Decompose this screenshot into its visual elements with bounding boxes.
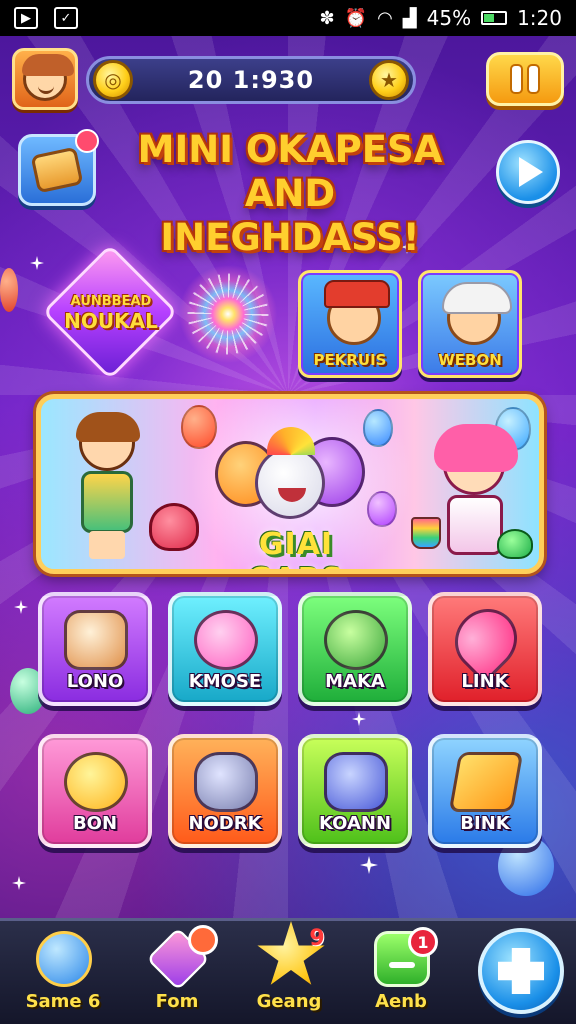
balloon-icon (363, 409, 393, 447)
star-coin-icon[interactable]: ★ (369, 60, 409, 100)
nav-item-label: Geang (256, 991, 322, 1012)
game-tile-label: LONO (66, 671, 124, 692)
game-tile-art-icon (64, 752, 128, 812)
character-card[interactable]: PEKRUIS (298, 270, 402, 378)
sparkle-icon (360, 856, 378, 874)
game-tile-art-icon (324, 610, 388, 670)
red-creature-icon (149, 503, 199, 551)
nav-item[interactable]: 1 Aenb (346, 925, 456, 1021)
pause-button[interactable] (486, 52, 564, 106)
inventory-button[interactable] (18, 129, 99, 206)
play-icon (519, 157, 543, 187)
game-tile[interactable]: KOANN (298, 734, 412, 848)
nav-item[interactable]: Fom (122, 925, 232, 1021)
vibrate-icon: ✽ (319, 7, 335, 29)
coin-icon: ◎ (93, 60, 133, 100)
puzzle-icon (498, 948, 544, 994)
battery-icon (481, 11, 508, 25)
clock: 1:20 (517, 6, 562, 30)
nav-badge: 9 (309, 925, 325, 951)
signal-icon: ▟ (402, 7, 417, 29)
treasure-block-icon (30, 146, 84, 194)
floating-orb (0, 268, 18, 312)
nav-item[interactable]: 9 Geang (234, 921, 344, 1021)
nav-item-label: Aenb (375, 991, 427, 1012)
puzzle-action-button[interactable] (478, 928, 564, 1014)
play-store-icon: ▶ (14, 7, 38, 29)
score-bar: ◎ 20 1:930 ★ (86, 56, 416, 104)
character-body (447, 495, 503, 555)
game-tile-label: KOANN (318, 813, 392, 834)
sparkle-icon (352, 712, 366, 726)
white-creature-icon (255, 447, 325, 519)
green-creature-icon (497, 529, 533, 559)
game-tile[interactable]: MAKA (298, 592, 412, 706)
sparkle-icon (12, 876, 26, 890)
title-line-1: MINI OKAPESA (137, 128, 443, 171)
nav-badge: 1 (408, 927, 438, 957)
game-tile-art-icon (324, 752, 388, 812)
sparkle-icon (30, 256, 44, 270)
game-tile-label: LINK (461, 671, 509, 692)
wifi-icon: ◠ (377, 7, 393, 29)
nav-item-label: Fom (155, 991, 199, 1012)
game-tile-art-icon (64, 610, 128, 670)
title-line-2: AND INEGHDASS! (160, 172, 420, 259)
game-tile-label: BON (72, 813, 118, 834)
pause-bar-icon (529, 66, 538, 92)
gem-badge[interactable]: AUNBBEAD NOUKAL (42, 244, 178, 380)
game-tile-label: KMOSE (188, 671, 262, 692)
banner-title: GIAI GABS (248, 527, 343, 569)
game-tile-label: NODRK (188, 813, 262, 834)
character-portrait-icon (324, 280, 390, 345)
firework-burst (172, 258, 284, 370)
magnifier-orb-icon (36, 931, 92, 987)
character-card-label: WEBON (438, 351, 502, 369)
balloon-icon (367, 491, 397, 527)
play-button[interactable] (496, 140, 560, 204)
game-tile-label: MAKA (325, 671, 385, 692)
battery-percent: 45% (426, 6, 472, 30)
profile-avatar-button[interactable] (12, 48, 78, 110)
featured-game-banner[interactable]: GIAI GABS (36, 394, 544, 574)
mascot-creatures (215, 427, 365, 527)
score-value: 20 1:930 (187, 66, 315, 94)
game-screen: ▶ ✓ ✽ ⏰ ◠ ▟ 45% 1:20 ◎ 20 1:930 ★ MINI O… (0, 0, 576, 1024)
game-tile-art-icon (448, 752, 524, 812)
game-tile[interactable]: NODRK (168, 734, 282, 848)
game-tile[interactable]: BON (38, 734, 152, 848)
game-tile[interactable]: LINK (428, 592, 542, 706)
character-head (434, 424, 518, 495)
pause-bar-icon (512, 66, 521, 92)
girl-character-left (65, 412, 155, 563)
game-title: MINI OKAPESA AND INEGHDASS! (110, 128, 470, 260)
gem-badge-top-text: AUNBBEAD (70, 294, 152, 309)
game-tile[interactable]: BINK (428, 734, 542, 848)
alarm-icon: ⏰ (344, 7, 368, 29)
nav-item-label: Same 6 (25, 991, 101, 1012)
character-portrait-icon (442, 282, 512, 345)
notification-dot (75, 129, 99, 153)
game-tile[interactable]: KMOSE (168, 592, 282, 706)
balloon-icon (181, 405, 217, 449)
game-tile[interactable]: LONO (38, 592, 152, 706)
character-body (81, 471, 133, 533)
gallery-icon: ✓ (54, 7, 78, 29)
character-legs (89, 531, 125, 559)
sparkle-icon (14, 600, 28, 614)
game-tile-art-icon (194, 752, 258, 812)
avatar-face-icon (22, 54, 74, 101)
character-card-label: PEKRUIS (313, 351, 387, 369)
gem-badge-label: AUNBBEAD NOUKAL (48, 294, 174, 332)
nav-item[interactable]: Same 6 (8, 925, 118, 1021)
character-card[interactable]: WEBON (418, 270, 522, 378)
game-tile-art-icon (194, 610, 258, 670)
gem-badge-bottom-text: NOUKAL (64, 309, 158, 333)
status-bar: ▶ ✓ ✽ ⏰ ◠ ▟ 45% 1:20 (0, 0, 576, 36)
notification-dot (188, 925, 218, 955)
game-tile-label: BINK (460, 813, 510, 834)
rainbow-icon (267, 427, 315, 455)
character-head (76, 412, 140, 471)
